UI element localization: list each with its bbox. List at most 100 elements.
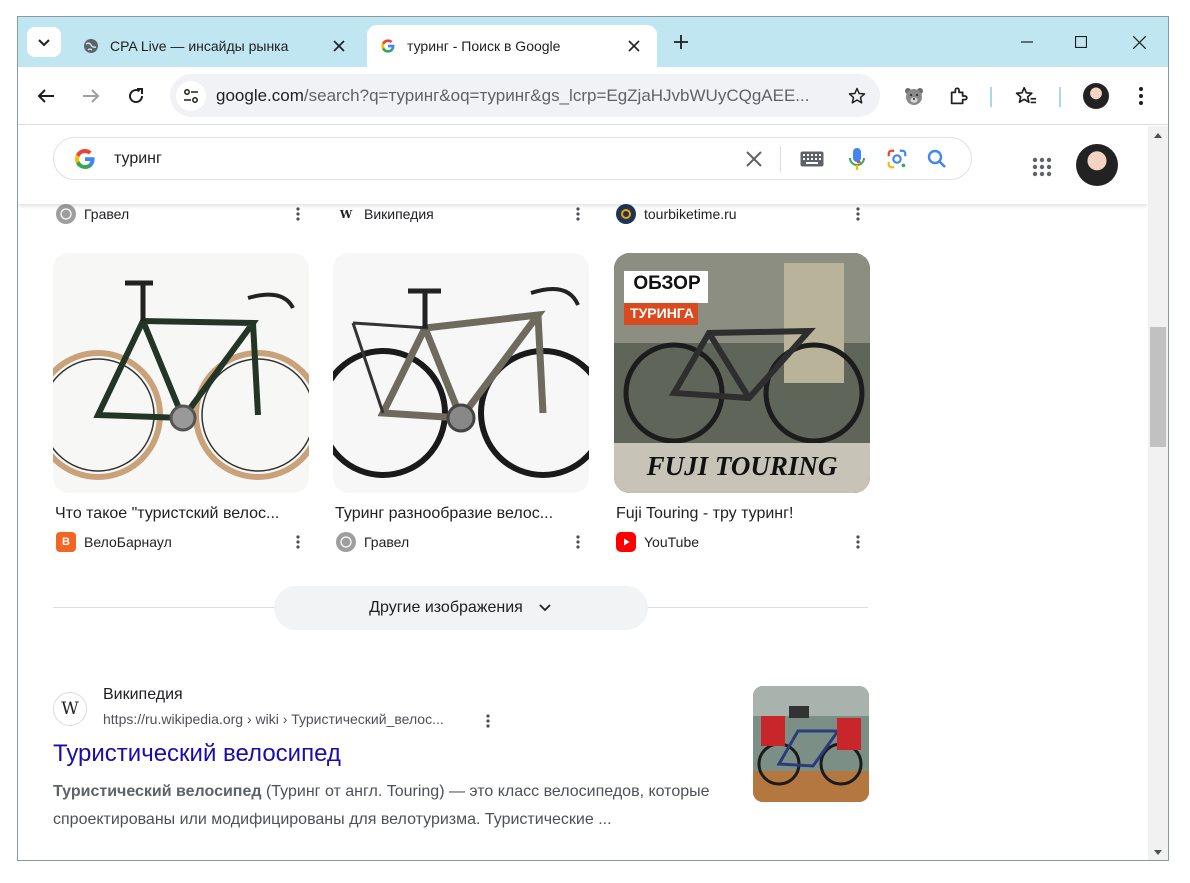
google-header: туринг <box>18 126 1148 204</box>
clear-search-button[interactable] <box>734 139 774 179</box>
new-tab-button[interactable] <box>668 29 694 55</box>
star-list-icon <box>1015 86 1037 104</box>
extensions-button[interactable] <box>944 81 974 111</box>
image-thumbnail[interactable] <box>53 253 309 493</box>
image-caption[interactable]: Что такое "туристский велос... <box>55 505 311 523</box>
microphone-icon <box>849 147 865 170</box>
search-box[interactable]: туринг <box>53 137 972 180</box>
google-apps-button[interactable] <box>1028 153 1056 181</box>
forward-button[interactable] <box>76 81 106 111</box>
source-name: Гравел <box>84 206 130 222</box>
image-source-row[interactable]: Гравел <box>56 203 308 225</box>
image-source-row[interactable]: W Википедия <box>336 203 588 225</box>
snippet-highlight: Туристический велосипед <box>53 783 262 800</box>
tourbiketime-icon <box>616 204 636 224</box>
scroll-down-arrow[interactable] <box>1148 843 1168 860</box>
velobarnaul-icon: B <box>56 532 76 552</box>
close-window-button[interactable] <box>1122 27 1156 57</box>
image-thumbnail[interactable]: ОБЗОР ТУРИНГА FUJI TOURING <box>614 253 870 493</box>
source-name: ВелоБарнаул <box>84 534 172 550</box>
arrow-left-icon <box>37 89 54 103</box>
google-g-icon <box>72 146 98 172</box>
image-caption[interactable]: Fuji Touring - тру туринг! <box>616 505 872 523</box>
result-thumbnail[interactable] <box>753 686 869 802</box>
more-options-icon[interactable] <box>568 204 588 224</box>
more-options-icon[interactable] <box>568 532 588 552</box>
result-more-options-icon[interactable] <box>478 711 498 731</box>
image-source-row[interactable]: tourbiketime.ru <box>616 203 868 225</box>
voice-search-button[interactable] <box>837 139 877 179</box>
page-scrollbar[interactable] <box>1148 126 1168 860</box>
scroll-up-arrow[interactable] <box>1148 126 1168 144</box>
address-bar[interactable]: google.com/search?q=туринг&oq=туринг&gs_… <box>170 74 880 117</box>
more-options-icon[interactable] <box>848 204 868 224</box>
toolbar-separator <box>1059 87 1061 107</box>
google-account-avatar[interactable] <box>1076 144 1118 186</box>
site-info-button[interactable] <box>176 80 206 111</box>
arrow-right-icon <box>83 89 100 103</box>
image-source-row[interactable]: B ВелоБарнаул <box>56 531 308 553</box>
tab-strip: CPA Live — инсайды рынка туринг - Поиск … <box>18 17 1168 67</box>
chevron-down-icon <box>537 600 553 616</box>
url-host: google.com <box>216 85 304 105</box>
tune-icon <box>184 88 198 103</box>
image-thumbnail[interactable] <box>333 253 589 493</box>
image-source-row[interactable]: YouTube <box>616 531 868 553</box>
page-content: туринг Гравел W Википедия tourbiketime.r… <box>18 126 1148 860</box>
scroll-thumb[interactable] <box>1150 327 1166 447</box>
bicycle-image <box>333 253 589 493</box>
google-lens-icon <box>887 149 907 168</box>
close-icon <box>746 150 762 167</box>
reload-button[interactable] <box>121 81 151 111</box>
google-g-icon <box>379 37 397 55</box>
tab-search-button[interactable] <box>27 27 61 57</box>
puzzle-icon <box>950 87 968 105</box>
image-source-row[interactable]: Гравел <box>336 531 588 553</box>
keyboard-icon <box>800 151 824 166</box>
close-tab-icon[interactable] <box>623 35 645 57</box>
maximize-button[interactable] <box>1064 27 1098 57</box>
browser-menu-button[interactable] <box>1126 81 1156 111</box>
plus-icon <box>674 35 688 49</box>
more-options-icon[interactable] <box>848 532 868 552</box>
lens-search-button[interactable] <box>877 139 917 179</box>
profile-button[interactable] <box>1081 81 1111 111</box>
more-images-button[interactable]: Другие изображения <box>274 586 648 630</box>
tab-google-search[interactable]: туринг - Поиск в Google <box>367 25 657 67</box>
thumbnail-overlay-caption: FUJI TOURING <box>646 451 838 481</box>
thumbnail-overlay-title: ОБЗОР <box>633 273 701 294</box>
more-options-icon[interactable] <box>288 204 308 224</box>
tab-title: туринг - Поиск в Google <box>407 38 561 54</box>
reload-icon <box>129 88 144 104</box>
result-site-name[interactable]: Википедия <box>103 686 183 704</box>
browser-window: CPA Live — инсайды рынка туринг - Поиск … <box>17 16 1169 861</box>
source-name: Википедия <box>364 206 434 222</box>
tab-title: CPA Live — инсайды рынка <box>110 38 289 54</box>
youtube-icon <box>616 532 636 552</box>
keyboard-button[interactable] <box>787 139 837 179</box>
tab-cpa-live[interactable]: CPA Live — инсайды рынка <box>70 25 362 67</box>
search-input[interactable]: туринг <box>114 150 734 168</box>
back-button[interactable] <box>31 81 61 111</box>
image-caption[interactable]: Туринг разнообразие велос... <box>335 505 591 523</box>
url-path: /search?q=туринг&oq=туринг&gs_lcrp=EgZja… <box>303 85 810 105</box>
source-name: tourbiketime.ru <box>644 206 737 222</box>
extension-bear-button[interactable] <box>899 81 929 111</box>
more-images-label: Другие изображения <box>369 599 523 616</box>
bookmarks-button[interactable] <box>1011 81 1041 111</box>
bicycle-image <box>53 253 309 493</box>
minimize-button[interactable] <box>1010 27 1044 57</box>
gravel-site-icon <box>56 204 76 224</box>
more-options-icon[interactable] <box>288 532 308 552</box>
bookmark-star-button[interactable] <box>842 81 872 111</box>
result-url[interactable]: https://ru.wikipedia.org › wiki › Турист… <box>103 711 444 727</box>
url-text[interactable]: google.com/search?q=туринг&oq=туринг&gs_… <box>216 86 824 106</box>
close-tab-icon[interactable] <box>328 35 350 57</box>
apps-grid-icon <box>1032 157 1052 177</box>
wikipedia-icon: W <box>53 692 87 726</box>
result-title-link[interactable]: Туристический велосипед <box>53 740 341 768</box>
browser-toolbar: google.com/search?q=туринг&oq=туринг&gs_… <box>18 67 1168 125</box>
star-outline-icon <box>848 87 866 104</box>
minimize-icon <box>1021 41 1033 43</box>
search-submit-button[interactable] <box>917 139 957 179</box>
